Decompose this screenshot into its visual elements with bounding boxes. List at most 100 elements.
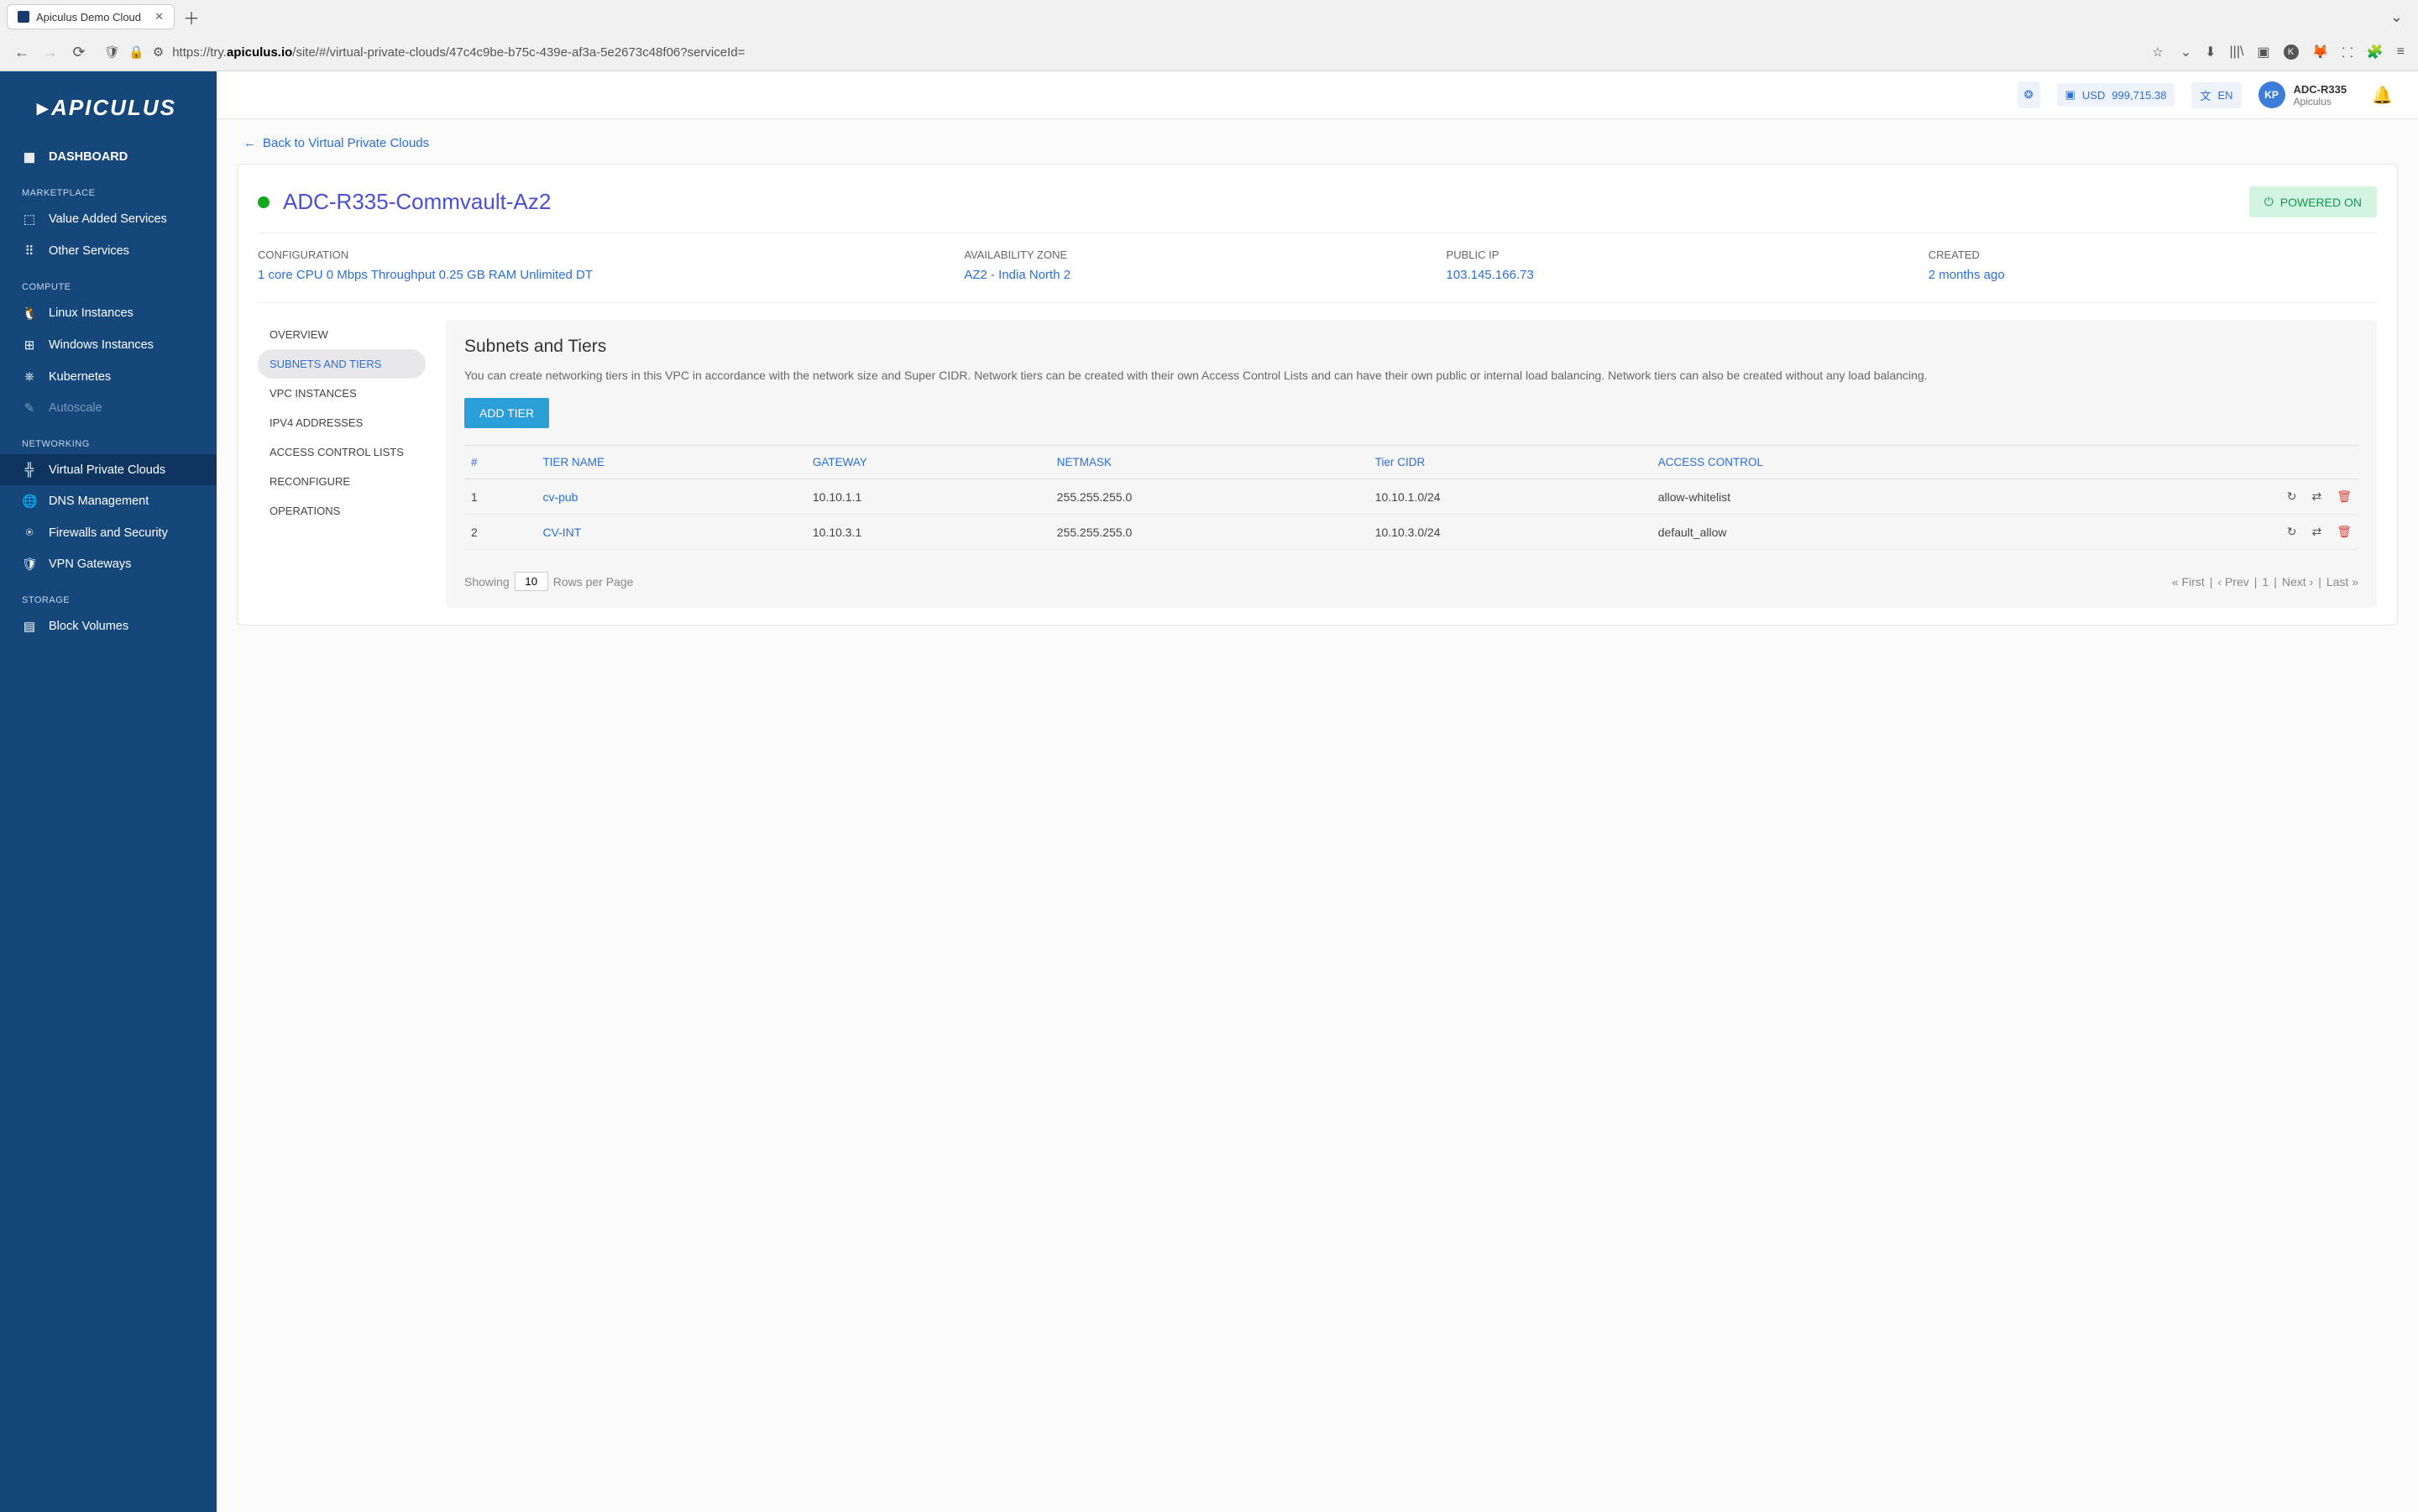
- shield-icon[interactable]: 🛡: [104, 44, 120, 60]
- section-marketplace: MARKETPLACE: [0, 173, 217, 203]
- vpc-card: ADC-R335-Commvault-Az2 ⏻POWERED ON CONFI…: [237, 164, 2398, 625]
- back-button[interactable]: ←: [13, 44, 30, 61]
- ext-k-icon[interactable]: K: [2284, 44, 2299, 60]
- vpn-icon: 🛡: [22, 557, 37, 572]
- help-button[interactable]: ❂: [2018, 81, 2040, 108]
- sidebar-item-other-services[interactable]: ⠿Other Services: [0, 235, 217, 267]
- windows-icon: ⊞: [22, 337, 37, 353]
- power-badge[interactable]: ⏻POWERED ON: [2249, 186, 2377, 217]
- app: APICULUS ▦DASHBOARD MARKETPLACE ⬚Value A…: [0, 71, 2418, 1512]
- sidebar-item-autoscale[interactable]: ✎Autoscale: [0, 392, 217, 424]
- lock-icon[interactable]: 🔒: [128, 44, 144, 60]
- reader-icon[interactable]: ▣: [2257, 44, 2269, 60]
- downloads-icon[interactable]: ⬇: [2205, 44, 2216, 60]
- menu-icon[interactable]: ≡: [2397, 44, 2405, 60]
- tier-link[interactable]: cv-pub: [536, 479, 805, 515]
- dns-icon: 🌐: [22, 494, 37, 509]
- info-az: AVAILABILITY ZONE AZ2 - India North 2: [964, 249, 1412, 282]
- url-text: https://try.apiculus.io/site/#/virtual-p…: [172, 45, 2143, 60]
- col-netmask[interactable]: NETMASK: [1050, 446, 1369, 479]
- sidebar-item-dns[interactable]: 🌐DNS Management: [0, 485, 217, 517]
- sidebar-item-block-volumes[interactable]: ▤Block Volumes: [0, 610, 217, 642]
- reload-button[interactable]: ⟳: [71, 44, 87, 61]
- permissions-icon[interactable]: ⚙: [153, 44, 164, 60]
- address-bar: ← → ⟳ 🛡 🔒 ⚙ https://try.apiculus.io/site…: [0, 34, 2418, 71]
- info-config: CONFIGURATION 1 core CPU 0 Mbps Throughp…: [258, 249, 930, 282]
- vpc-title: ADC-R335-Commvault-Az2: [283, 189, 551, 215]
- col-gateway[interactable]: GATEWAY: [806, 446, 1050, 479]
- col-name[interactable]: TIER NAME: [536, 446, 805, 479]
- subnav-operations[interactable]: Operations: [258, 496, 426, 526]
- pager-next[interactable]: Next ›: [2282, 575, 2313, 589]
- tiers-table: # TIER NAME GATEWAY NETMASK Tier CIDR AC…: [464, 445, 2358, 550]
- ext-fox-icon[interactable]: 🦊: [2312, 44, 2329, 60]
- title-row: ADC-R335-Commvault-Az2 ⏻POWERED ON: [258, 181, 2377, 233]
- subnav: Overview Subnets and Tiers VPC Instances…: [258, 320, 426, 608]
- info-row: CONFIGURATION 1 core CPU 0 Mbps Throughp…: [258, 233, 2377, 303]
- balance-chip[interactable]: ▣USD 999,715.38: [2057, 83, 2175, 107]
- subnav-reconfigure[interactable]: Reconfigure: [258, 467, 426, 496]
- add-tier-button[interactable]: ADD TIER: [464, 398, 549, 428]
- user-name: ADC-R335: [2294, 83, 2347, 96]
- kubernetes-icon: ⎈: [22, 369, 37, 384]
- section-networking: NETWORKING: [0, 424, 217, 454]
- status-dot-icon: [258, 196, 270, 208]
- dashboard-icon: ▦: [22, 149, 37, 165]
- sidebar-item-firewalls[interactable]: ⍟Firewalls and Security: [0, 517, 217, 548]
- delete-icon[interactable]: 🗑: [2337, 525, 2352, 539]
- pager-first[interactable]: « First: [2172, 575, 2205, 589]
- pager-prev[interactable]: ‹ Prev: [2217, 575, 2248, 589]
- user-box[interactable]: KP ADC-R335 Apiculus: [2258, 81, 2347, 108]
- restart-icon[interactable]: ↻: [2287, 525, 2297, 539]
- subnav-acl[interactable]: Access Control Lists: [258, 437, 426, 467]
- table-row: 1 cv-pub 10.10.1.1 255.255.255.0 10.10.1…: [464, 479, 2358, 515]
- sidebar-item-dashboard[interactable]: ▦DASHBOARD: [0, 141, 217, 173]
- content: ← Back to Virtual Private Clouds ADC-R33…: [217, 119, 2418, 651]
- library-icon[interactable]: |||\: [2230, 44, 2244, 60]
- rows-per-page-input[interactable]: [515, 572, 548, 591]
- subnav-subnets[interactable]: Subnets and Tiers: [258, 349, 426, 379]
- pager: Showing Rows per Page « First | ‹ Prev |…: [464, 550, 2358, 591]
- language-chip[interactable]: 文EN: [2191, 82, 2241, 108]
- tab-title: Apiculus Demo Cloud: [36, 11, 141, 24]
- tabs-dropdown-icon[interactable]: ⌄: [2390, 8, 2411, 26]
- restart-icon[interactable]: ↻: [2287, 489, 2297, 504]
- sidebar-item-windows[interactable]: ⊞Windows Instances: [0, 329, 217, 361]
- sidebar-item-vpn[interactable]: 🛡VPN Gateways: [0, 548, 217, 580]
- sidebar-item-linux[interactable]: 🐧Linux Instances: [0, 297, 217, 329]
- browser-tab[interactable]: Apiculus Demo Cloud ✕: [7, 4, 175, 29]
- close-tab-icon[interactable]: ✕: [154, 10, 164, 24]
- panel-title: Subnets and Tiers: [464, 337, 2358, 357]
- col-acl[interactable]: ACCESS CONTROL: [1651, 446, 2077, 479]
- col-cidr[interactable]: Tier CIDR: [1369, 446, 1651, 479]
- panel: Subnets and Tiers You can create network…: [446, 320, 2377, 608]
- swap-icon[interactable]: ⇄: [2311, 489, 2321, 504]
- forward-button[interactable]: →: [42, 44, 59, 61]
- col-num[interactable]: #: [464, 446, 536, 479]
- subnav-overview[interactable]: Overview: [258, 320, 426, 349]
- subnav-instances[interactable]: VPC Instances: [258, 379, 426, 408]
- pocket-icon[interactable]: ⌄: [2180, 44, 2191, 60]
- vpc-icon: ╬: [22, 463, 37, 477]
- sidebar-item-vas[interactable]: ⬚Value Added Services: [0, 203, 217, 235]
- main: ❂ ▣USD 999,715.38 文EN KP ADC-R335 Apicul…: [217, 71, 2418, 1512]
- firewall-icon: ⍟: [22, 526, 37, 540]
- notifications-icon[interactable]: 🔔: [2372, 85, 2393, 106]
- sidebar-item-vpc[interactable]: ╬Virtual Private Clouds: [0, 454, 217, 485]
- pager-page: 1: [2262, 575, 2269, 589]
- extensions-icon[interactable]: 🧩: [2367, 44, 2384, 60]
- ext-crop-icon[interactable]: ⸬: [2342, 43, 2353, 61]
- url-box[interactable]: 🛡 🔒 ⚙ https://try.apiculus.io/site/#/vir…: [99, 44, 2169, 60]
- bookmark-star-icon[interactable]: ☆: [2152, 44, 2163, 60]
- delete-icon[interactable]: 🗑: [2337, 489, 2352, 504]
- back-link[interactable]: ← Back to Virtual Private Clouds: [237, 131, 2398, 164]
- vas-icon: ⬚: [22, 212, 37, 227]
- pager-last[interactable]: Last »: [2326, 575, 2358, 589]
- tier-link[interactable]: CV-INT: [536, 515, 805, 550]
- logo: APICULUS: [0, 71, 217, 141]
- new-tab-button[interactable]: ＋: [183, 5, 200, 29]
- globe-help-icon: ❂: [2024, 88, 2033, 102]
- swap-icon[interactable]: ⇄: [2311, 525, 2321, 539]
- sidebar-item-kubernetes[interactable]: ⎈Kubernetes: [0, 361, 217, 392]
- subnav-ipv4[interactable]: IPv4 Addresses: [258, 408, 426, 437]
